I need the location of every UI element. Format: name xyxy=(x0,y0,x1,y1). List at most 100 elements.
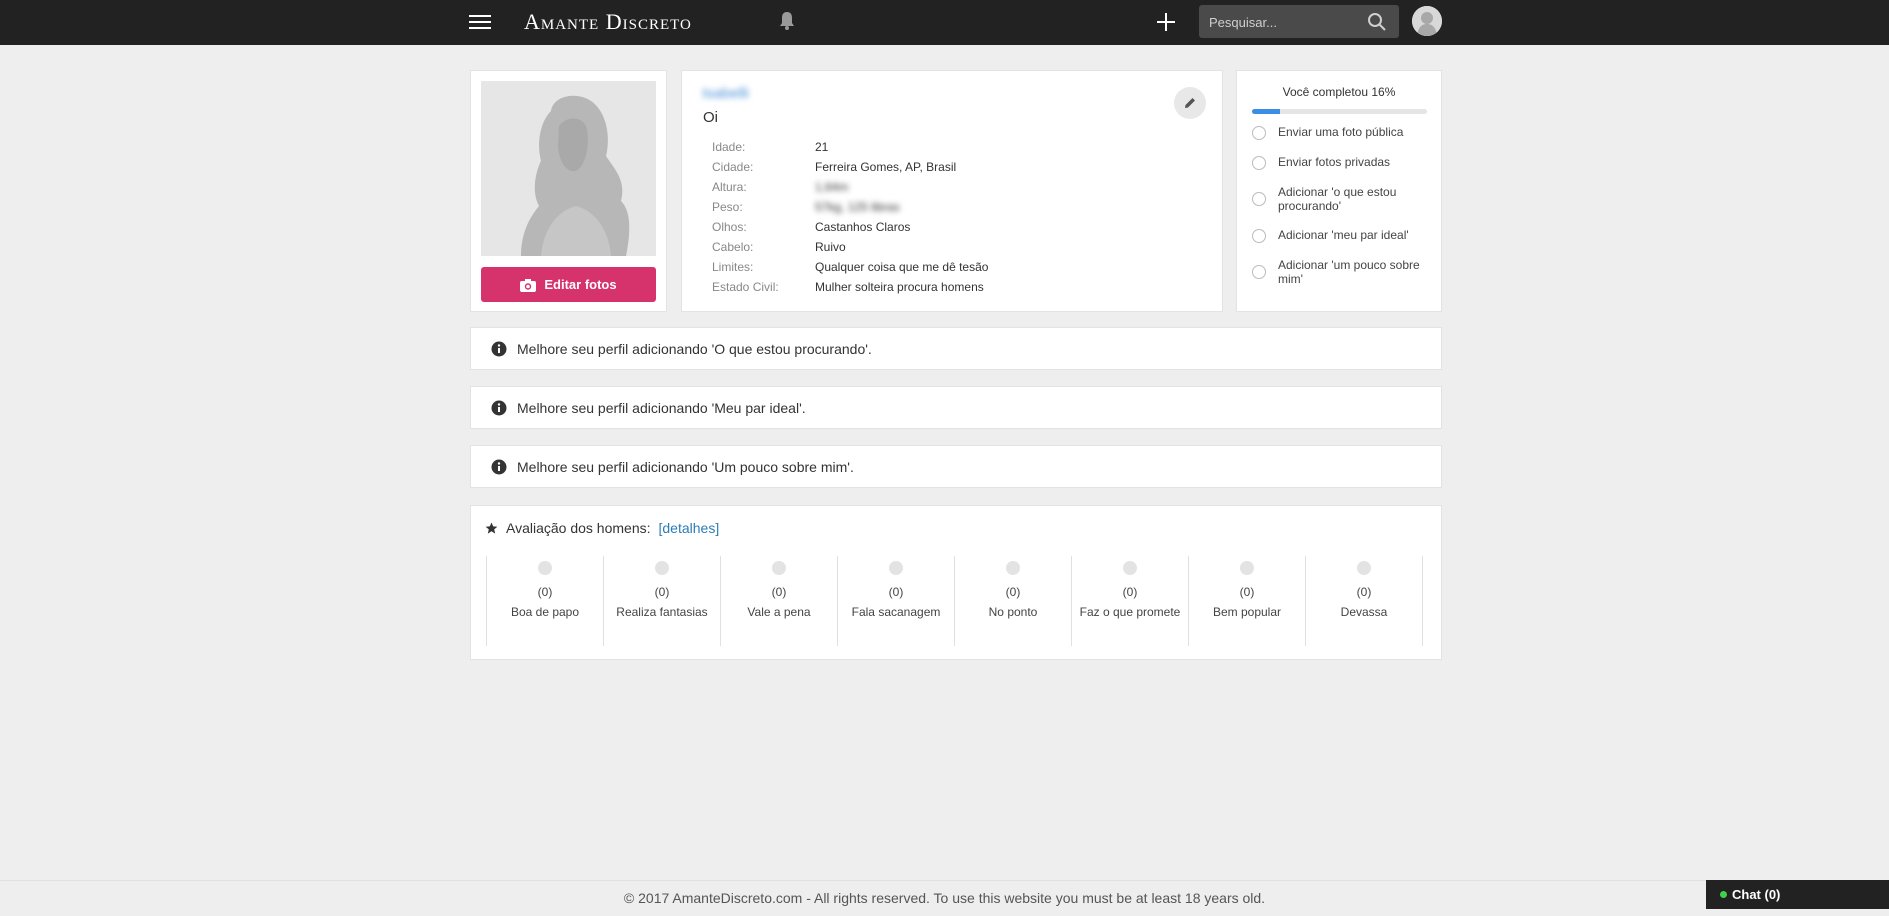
detail-label: Olhos: xyxy=(712,220,747,234)
task-checkbox[interactable] xyxy=(1252,126,1266,140)
hamburger-menu-icon[interactable] xyxy=(469,12,491,32)
task-checkbox[interactable] xyxy=(1252,156,1266,170)
task-label[interactable]: Adicionar 'meu par ideal' xyxy=(1278,228,1409,242)
profile-completion-card: Você completou 16% Enviar uma foto públi… xyxy=(1236,70,1442,312)
rating-count: (0) xyxy=(537,585,553,599)
task-looking-for[interactable]: Adicionar 'o que estou procurando' xyxy=(1252,185,1432,213)
search-box xyxy=(1199,5,1399,40)
notice-text: Melhore seu perfil adicionando 'O que es… xyxy=(517,340,872,357)
detail-row-hair: Cabelo: Ruivo xyxy=(712,237,988,257)
rating-dot xyxy=(1240,561,1254,575)
detail-value-hidden: 1,64m xyxy=(815,180,849,194)
detail-value: Castanhos Claros xyxy=(815,220,911,234)
notice-text: Melhore seu perfil adicionando 'Meu par … xyxy=(517,399,806,416)
completion-progress-fill xyxy=(1252,109,1280,114)
rating-count: (0) xyxy=(1239,585,1255,599)
rating-label: Faz o que promete xyxy=(1079,605,1181,619)
rating-details-link[interactable]: [detalhes] xyxy=(659,520,720,536)
detail-label: Limites: xyxy=(712,260,754,274)
chat-label: Chat (0) xyxy=(1732,887,1781,902)
chat-button[interactable]: Chat (0) xyxy=(1706,880,1889,909)
rating-dot xyxy=(1123,561,1137,575)
footer-copyright: © 2017 AmanteDiscreto.com - All rights r… xyxy=(623,890,1266,906)
profile-details: Idade: 21 Cidade: Ferreira Gomes, AP, Br… xyxy=(712,137,988,297)
task-public-photo[interactable]: Enviar uma foto pública xyxy=(1252,125,1432,140)
rating-item-realiza-fantasias[interactable]: (0) Realiza fantasias xyxy=(604,556,721,646)
rating-dot xyxy=(655,561,669,575)
detail-value-hidden: 57kg, 125 libras xyxy=(815,200,900,214)
completion-title: Você completou 16% xyxy=(1282,85,1396,99)
rating-header: Avaliação dos homens: [detalhes] xyxy=(485,520,719,536)
info-icon xyxy=(491,459,507,474)
task-label[interactable]: Adicionar 'um pouco sobre mim' xyxy=(1278,258,1432,286)
rating-label: Bem popular xyxy=(1212,605,1282,619)
rating-item-boa-de-papo[interactable]: (0) Boa de papo xyxy=(487,556,604,646)
notice-looking-for[interactable]: Melhore seu perfil adicionando 'O que es… xyxy=(470,327,1442,370)
task-checkbox[interactable] xyxy=(1252,265,1266,279)
detail-row-age: Idade: 21 xyxy=(712,137,988,157)
female-silhouette-icon xyxy=(481,81,656,256)
completion-progress-bar xyxy=(1252,109,1427,114)
detail-row-height: Altura: 1,64m xyxy=(712,177,988,197)
rating-label: No ponto xyxy=(988,605,1038,619)
men-rating-card: Avaliação dos homens: [detalhes] (0) Boa… xyxy=(470,505,1442,660)
rating-count: (0) xyxy=(888,585,904,599)
rating-label: Realiza fantasias xyxy=(616,605,708,619)
rating-grid: (0) Boa de papo (0) Realiza fantasias (0… xyxy=(486,556,1423,646)
rating-item-vale-a-pena[interactable]: (0) Vale a pena xyxy=(721,556,838,646)
detail-value: Ruivo xyxy=(815,240,846,254)
rating-title: Avaliação dos homens: xyxy=(506,520,651,536)
edit-photos-button[interactable]: Editar fotos xyxy=(481,267,656,302)
rating-item-bem-popular[interactable]: (0) Bem popular xyxy=(1189,556,1306,646)
rating-label: Vale a pena xyxy=(747,605,811,619)
detail-value: Mulher solteira procura homens xyxy=(815,280,984,294)
detail-value: Qualquer coisa que me dê tesão xyxy=(815,260,989,274)
detail-label: Idade: xyxy=(712,140,746,154)
task-checkbox[interactable] xyxy=(1252,192,1266,206)
site-logo[interactable]: Amante Discreto xyxy=(524,6,692,38)
page-footer: © 2017 AmanteDiscreto.com - All rights r… xyxy=(0,880,1889,910)
detail-label: Altura: xyxy=(712,180,747,194)
search-input[interactable] xyxy=(1207,5,1361,40)
profile-info-card: Isabelli Oi Idade: 21 Cidade: Ferreira G… xyxy=(681,70,1223,312)
rating-dot xyxy=(1006,561,1020,575)
notice-about-me[interactable]: Melhore seu perfil adicionando 'Um pouco… xyxy=(470,445,1442,488)
edit-photos-label: Editar fotos xyxy=(544,277,617,292)
task-ideal-match[interactable]: Adicionar 'meu par ideal' xyxy=(1252,228,1432,243)
task-private-photos[interactable]: Enviar fotos privadas xyxy=(1252,155,1432,170)
detail-row-weight: Peso: 57kg, 125 libras xyxy=(712,197,988,217)
user-avatar[interactable] xyxy=(1412,6,1442,36)
profile-photo-card: Editar fotos xyxy=(470,70,667,312)
task-about-me[interactable]: Adicionar 'um pouco sobre mim' xyxy=(1252,258,1432,286)
edit-profile-button[interactable] xyxy=(1174,87,1206,119)
plus-icon[interactable] xyxy=(1155,11,1177,33)
info-icon xyxy=(491,341,507,356)
task-label[interactable]: Enviar uma foto pública xyxy=(1278,125,1403,139)
star-icon xyxy=(485,522,498,534)
rating-item-faz-o-que-promete[interactable]: (0) Faz o que promete xyxy=(1072,556,1189,646)
notice-ideal-match[interactable]: Melhore seu perfil adicionando 'Meu par … xyxy=(470,386,1442,429)
rating-item-devassa[interactable]: (0) Devassa xyxy=(1306,556,1423,646)
completion-task-list: Enviar uma foto pública Enviar fotos pri… xyxy=(1252,125,1432,286)
info-icon xyxy=(491,400,507,415)
rating-item-no-ponto[interactable]: (0) No ponto xyxy=(955,556,1072,646)
task-checkbox[interactable] xyxy=(1252,229,1266,243)
rating-count: (0) xyxy=(1122,585,1138,599)
detail-value: Ferreira Gomes, AP, Brasil xyxy=(815,160,957,174)
notice-text: Melhore seu perfil adicionando 'Um pouco… xyxy=(517,458,854,475)
rating-count: (0) xyxy=(654,585,670,599)
rating-dot xyxy=(538,561,552,575)
rating-dot xyxy=(772,561,786,575)
task-label[interactable]: Adicionar 'o que estou procurando' xyxy=(1278,185,1432,213)
detail-row-city: Cidade: Ferreira Gomes, AP, Brasil xyxy=(712,157,988,177)
rating-count: (0) xyxy=(1356,585,1372,599)
rating-item-fala-sacanagem[interactable]: (0) Fala sacanagem xyxy=(838,556,955,646)
detail-row-limits: Limites: Qualquer coisa que me dê tesão xyxy=(712,257,988,277)
profile-photo-placeholder[interactable] xyxy=(481,81,656,256)
task-label[interactable]: Enviar fotos privadas xyxy=(1278,155,1390,169)
search-icon[interactable] xyxy=(1367,12,1387,32)
bell-icon[interactable] xyxy=(778,11,796,31)
camera-icon xyxy=(520,278,537,292)
rating-count: (0) xyxy=(771,585,787,599)
detail-row-eyes: Olhos: Castanhos Claros xyxy=(712,217,988,237)
